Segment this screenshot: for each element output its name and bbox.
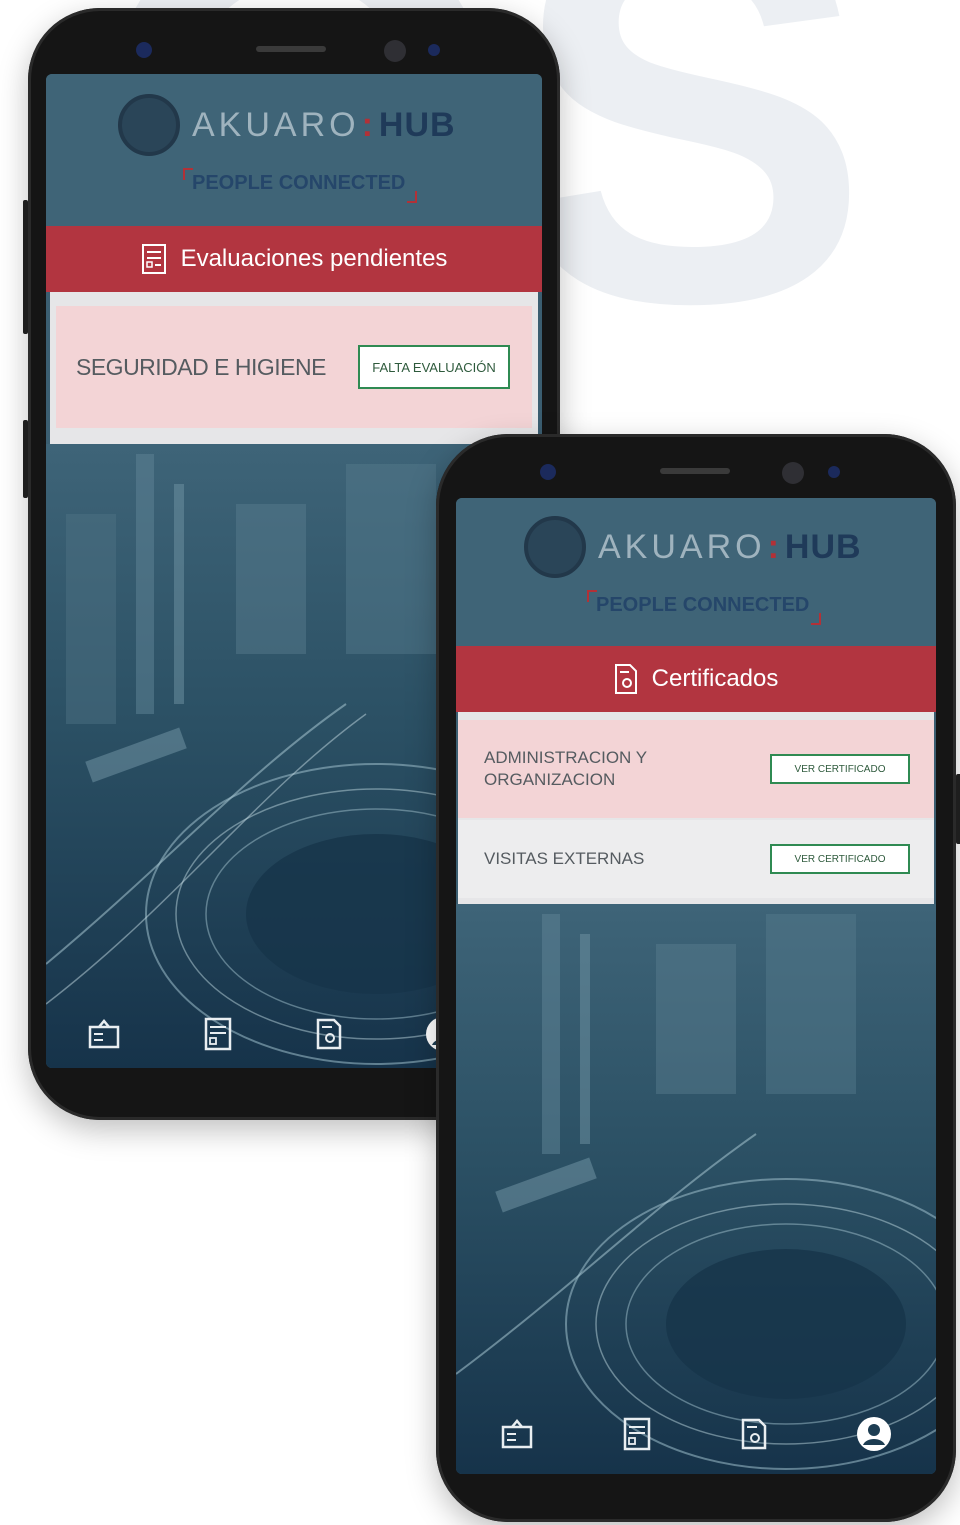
course-name-line1: ADMINISTRACION Y — [484, 748, 648, 767]
front-sensor — [540, 464, 556, 480]
app-logo: AKUARO : HUB — [524, 516, 862, 578]
iris-sensor — [428, 44, 440, 56]
front-camera — [384, 40, 406, 62]
user-profile-icon[interactable] — [856, 1416, 892, 1452]
certificate-icon — [614, 664, 637, 694]
city-background-image — [456, 904, 936, 1474]
section-title: Evaluaciones pendientes — [180, 245, 448, 272]
brand-name-left: AKUARO — [598, 527, 766, 566]
phone-right: AKUARO : HUB PEOPLE CONNECTED Certificad… — [436, 434, 960, 1522]
front-camera — [782, 462, 804, 484]
screen-right: AKUARO : HUB PEOPLE CONNECTED Certificad… — [456, 498, 936, 1474]
iris-sensor — [828, 466, 840, 478]
brand-name: AKUARO : HUB — [192, 106, 456, 145]
earpiece-speaker — [256, 46, 326, 52]
section-banner: Evaluaciones pendientes — [46, 226, 542, 292]
brand-tagline: PEOPLE CONNECTED — [183, 168, 418, 203]
pending-evaluation-button[interactable]: FALTA EVALUACIÓN — [358, 345, 510, 389]
tagline-bracket-right — [811, 613, 822, 625]
tagline-bracket-left — [587, 590, 597, 602]
evaluation-form-icon[interactable] — [622, 1416, 652, 1452]
evaluation-form-icon[interactable] — [203, 1016, 233, 1052]
course-name-line2: ORGANIZACION — [484, 770, 616, 789]
brand-name-right: HUB — [784, 527, 862, 566]
front-sensor — [136, 42, 152, 58]
view-certificate-button[interactable]: VER CERTIFICADO — [770, 754, 910, 784]
brand-name: AKUARO : HUB — [598, 528, 862, 567]
brand-separator: : — [767, 527, 783, 566]
training-board-icon[interactable] — [500, 1417, 534, 1451]
certificate-icon[interactable] — [315, 1017, 343, 1051]
side-power-button — [956, 774, 960, 844]
brand-tagline: PEOPLE CONNECTED — [587, 590, 822, 625]
section-banner: Certificados — [456, 646, 936, 712]
brand-separator: : — [361, 105, 377, 144]
brand-name-left: AKUARO — [192, 105, 360, 144]
training-board-icon[interactable] — [87, 1017, 121, 1051]
city-traffic-photo — [456, 904, 936, 1474]
evaluation-form-icon — [141, 244, 166, 274]
certificate-icon[interactable] — [740, 1417, 768, 1451]
tagline-text: PEOPLE CONNECTED — [596, 594, 810, 616]
course-name: VISITAS EXTERNAS — [484, 849, 645, 868]
volume-button — [23, 200, 28, 334]
list-item[interactable]: VISITAS EXTERNAS VER CERTIFICADO — [458, 820, 934, 898]
list-item[interactable]: SEGURIDAD E HIGIENE FALTA EVALUACIÓN — [56, 306, 532, 428]
section-title: Certificados — [651, 665, 779, 692]
tagline-bracket-left — [183, 168, 193, 180]
cat-logo-icon — [524, 516, 586, 578]
course-name: ADMINISTRACION Y ORGANIZACION — [484, 747, 647, 791]
tagline-bracket-right — [407, 191, 418, 203]
view-certificate-button[interactable]: VER CERTIFICADO — [770, 844, 910, 874]
bixby-button — [23, 420, 28, 498]
app-header: AKUARO : HUB PEOPLE CONNECTED — [46, 74, 542, 226]
course-name: SEGURIDAD E HIGIENE — [76, 353, 326, 380]
brand-name-right: HUB — [378, 105, 456, 144]
tagline-text: PEOPLE CONNECTED — [192, 172, 406, 194]
bottom-nav — [456, 1404, 936, 1464]
list-item[interactable]: ADMINISTRACION Y ORGANIZACION VER CERTIF… — [458, 720, 934, 818]
app-header: AKUARO : HUB PEOPLE CONNECTED — [456, 498, 936, 646]
app-logo: AKUARO : HUB — [118, 94, 456, 156]
earpiece-speaker — [660, 468, 730, 474]
cat-logo-icon — [118, 94, 180, 156]
